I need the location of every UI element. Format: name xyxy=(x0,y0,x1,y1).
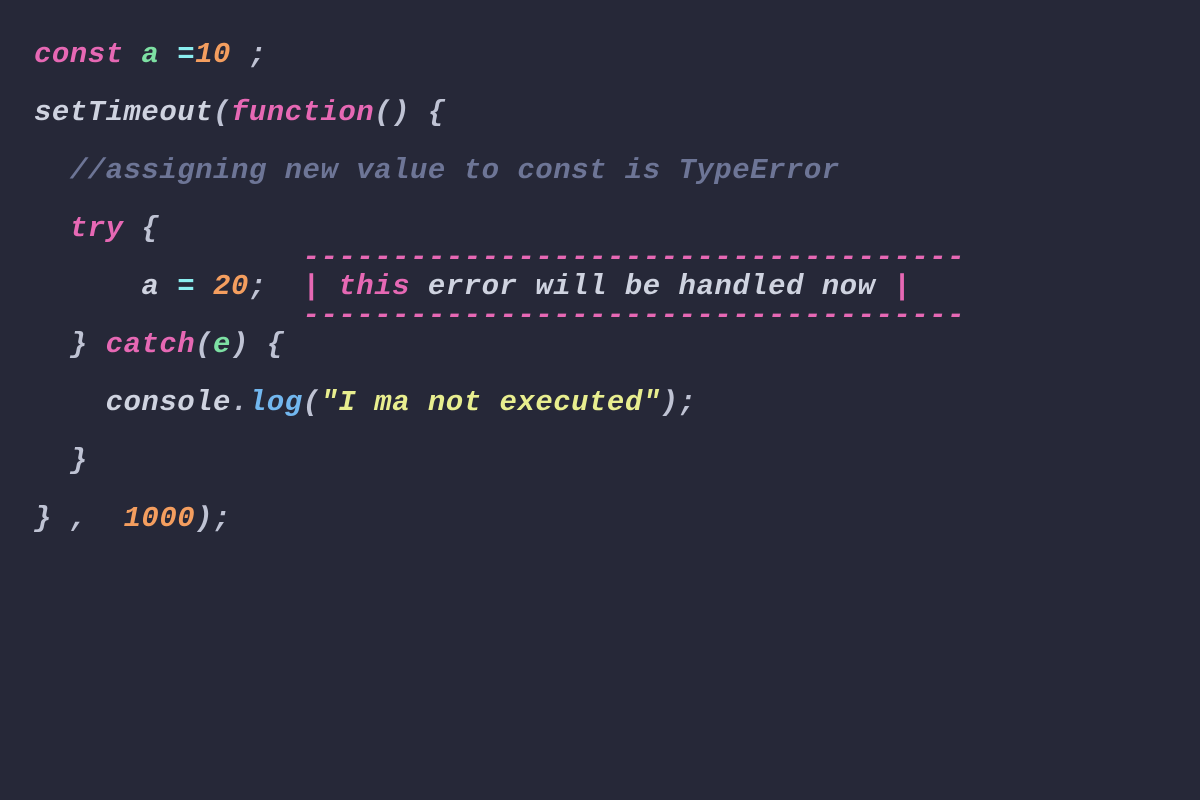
keyword-catch: catch xyxy=(106,328,196,361)
obj-console: console xyxy=(106,386,231,419)
number-1000: 1000 xyxy=(124,502,196,535)
semicolon: ; xyxy=(249,270,267,303)
paren-close: ) xyxy=(195,502,213,535)
method-log: log xyxy=(249,386,303,419)
semicolon: ; xyxy=(213,502,231,535)
brace-close: } xyxy=(70,444,88,477)
number-20: 20 xyxy=(213,270,249,303)
fn-settimeout: setTimeout xyxy=(34,96,213,129)
parens: () xyxy=(374,96,410,129)
operator-eq: = xyxy=(177,270,195,303)
paren-open: ( xyxy=(195,328,213,361)
identifier-a: a xyxy=(141,270,159,303)
brace-open: { xyxy=(428,96,446,129)
paren-open: ( xyxy=(303,386,321,419)
semicolon: ; xyxy=(679,386,697,419)
param-e: e xyxy=(213,328,231,361)
keyword-function: function xyxy=(231,96,374,129)
paren-open: ( xyxy=(213,96,231,129)
brace-open: { xyxy=(267,328,285,361)
annotation-bottom: ------------------------------------- xyxy=(303,299,965,332)
number-10: 10 xyxy=(195,38,231,71)
semicolon: ; xyxy=(249,38,267,71)
code-block: const a =10 ; setTimeout(function() { //… xyxy=(0,0,1200,573)
brace-close: } xyxy=(70,328,88,361)
keyword-try: try xyxy=(70,212,124,245)
paren-close: ) xyxy=(661,386,679,419)
brace-close: } xyxy=(34,502,52,535)
keyword-const: const xyxy=(34,38,124,71)
comma: , xyxy=(70,502,88,535)
operator-eq: = xyxy=(177,38,195,71)
brace-open: { xyxy=(141,212,159,245)
identifier-a: a xyxy=(141,38,159,71)
comment-line: //assigning new value to const is TypeEr… xyxy=(70,154,840,187)
paren-close: ) xyxy=(231,328,249,361)
string-literal: "I ma not executed" xyxy=(320,386,660,419)
dot: . xyxy=(231,386,249,419)
